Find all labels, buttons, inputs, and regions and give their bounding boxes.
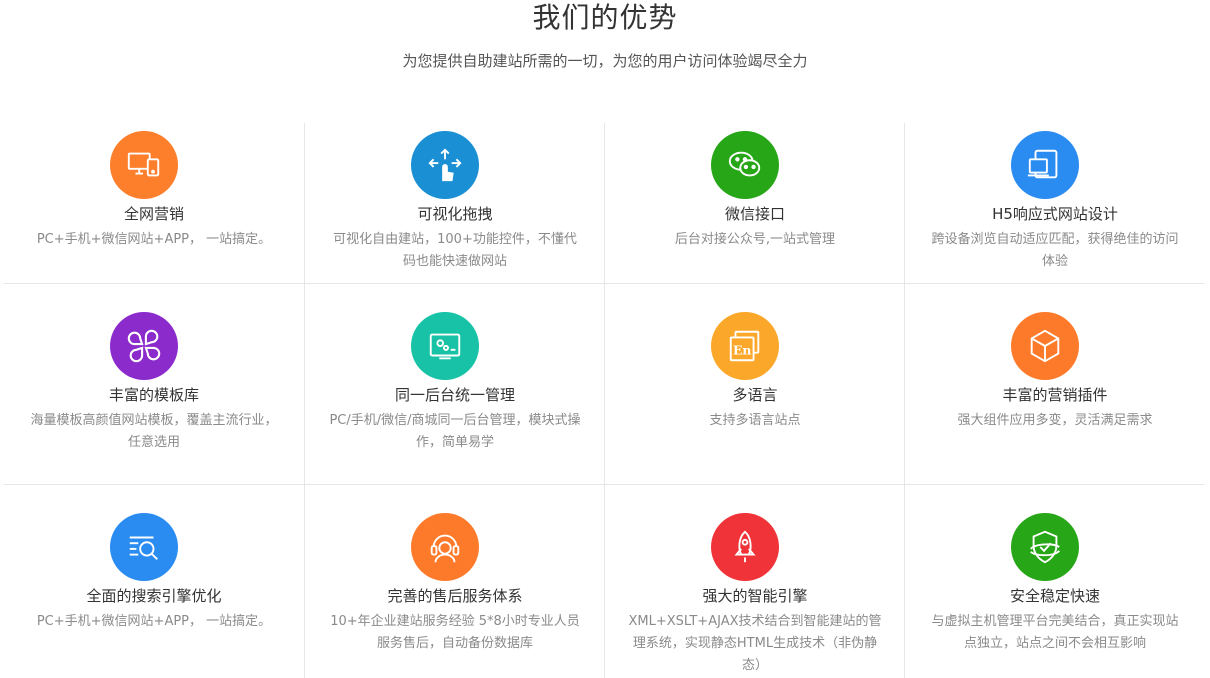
feature-card[interactable]: 微信接口 后台对接公众号,一站式管理 [604,123,904,283]
feature-card[interactable]: 全面的搜索引擎优化 PC+手机+微信网站+APP， 一站搞定。 [4,485,304,678]
feature-title: 安全稳定快速 [1009,587,1100,605]
headset-icon [411,513,479,581]
feature-title: 全面的搜索引擎优化 [86,587,222,605]
feature-title: 可视化拖拽 [417,205,493,223]
feature-title: 完善的售后服务体系 [387,587,523,605]
rocket-icon [711,513,779,581]
feature-card[interactable]: 丰富的营销插件 强大组件应用多变，灵活满足需求 [904,284,1204,485]
feature-title: 微信接口 [724,205,785,223]
feature-card[interactable]: 完善的售后服务体系 10+年企业建站服务经验 5*8小时专业人员服务售后，自动备… [304,485,604,678]
drag-hand-icon [411,131,479,199]
feature-card[interactable]: 丰富的模板库 海量模板高颜值网站模板，覆盖主流行业，任意选用 [4,284,304,485]
feature-description: PC+手机+微信网站+APP， 一站搞定。 [36,232,272,247]
responsive-devices-icon [1011,131,1079,199]
feature-card[interactable]: 安全稳定快速 与虚拟主机管理平台完美结合，真正实现站点独立，站点之间不会相互影响 [904,485,1204,678]
feature-description: PC/手机/微信/商城同一后台管理，模块式操作，简单易学 [329,413,581,450]
devices-icon [110,131,178,199]
feature-title: 丰富的模板库 [108,386,199,404]
feature-title: 丰富的营销插件 [1002,386,1108,404]
features-grid: 全网营销 PC+手机+微信网站+APP， 一站搞定。 可视化拖拽 可视化自由建站… [4,123,1204,678]
feature-description: 海量模板高颜值网站模板，覆盖主流行业，任意选用 [30,413,278,450]
feature-title: 多语言 [732,386,778,404]
page-subtitle: 为您提供自助建站所需的一切，为您的用户访问体验竭尽全力 [402,52,808,70]
feature-card[interactable]: 强大的智能引擎 XML+XSLT+AJAX技术结合到智能建站的管理系统，实现静态… [604,485,904,678]
feature-title: 同一后台统一管理 [394,386,515,404]
svg-text:En: En [733,343,751,358]
feature-title: 全网营销 [123,205,184,223]
feature-description: 跨设备浏览自动适应匹配，获得绝佳的访问体验 [931,232,1179,269]
feature-card[interactable]: 可视化拖拽 可视化自由建站，100+功能控件，不懂代码也能快速做网站 [304,123,604,283]
feature-title: 强大的智能引擎 [702,587,808,605]
feature-card[interactable]: En 多语言 支持多语言站点 [604,284,904,485]
feature-description: 与虚拟主机管理平台完美结合，真正实现站点独立，站点之间不会相互影响 [931,614,1179,651]
feature-description: 强大组件应用多变，灵活满足需求 [957,413,1153,428]
template-grid-icon [110,312,178,380]
feature-card[interactable]: 全网营销 PC+手机+微信网站+APP， 一站搞定。 [4,123,304,283]
feature-description: 10+年企业建站服务经验 5*8小时专业人员服务售后，自动备份数据库 [330,614,580,651]
language-icon: En [711,312,779,380]
feature-description: PC+手机+微信网站+APP， 一站搞定。 [36,614,272,629]
seo-search-icon [110,513,178,581]
feature-card[interactable]: H5响应式网站设计 跨设备浏览自动适应匹配，获得绝佳的访问体验 [904,123,1204,283]
feature-title: H5响应式网站设计 [992,205,1118,223]
feature-card[interactable]: 同一后台统一管理 PC/手机/微信/商城同一后台管理，模块式操作，简单易学 [304,284,604,485]
wechat-icon [711,131,779,199]
feature-description: 可视化自由建站，100+功能控件，不懂代码也能快速做网站 [333,232,577,269]
feature-description: 后台对接公众号,一站式管理 [674,232,836,247]
shield-icon [1011,513,1079,581]
admin-panel-icon [411,312,479,380]
page-title: 我们的优势 [532,1,678,34]
cube-icon [1011,312,1079,380]
feature-description: XML+XSLT+AJAX技术结合到智能建站的管理系统，实现静态HTML生成技术… [628,614,882,673]
feature-description: 支持多语言站点 [709,413,801,428]
